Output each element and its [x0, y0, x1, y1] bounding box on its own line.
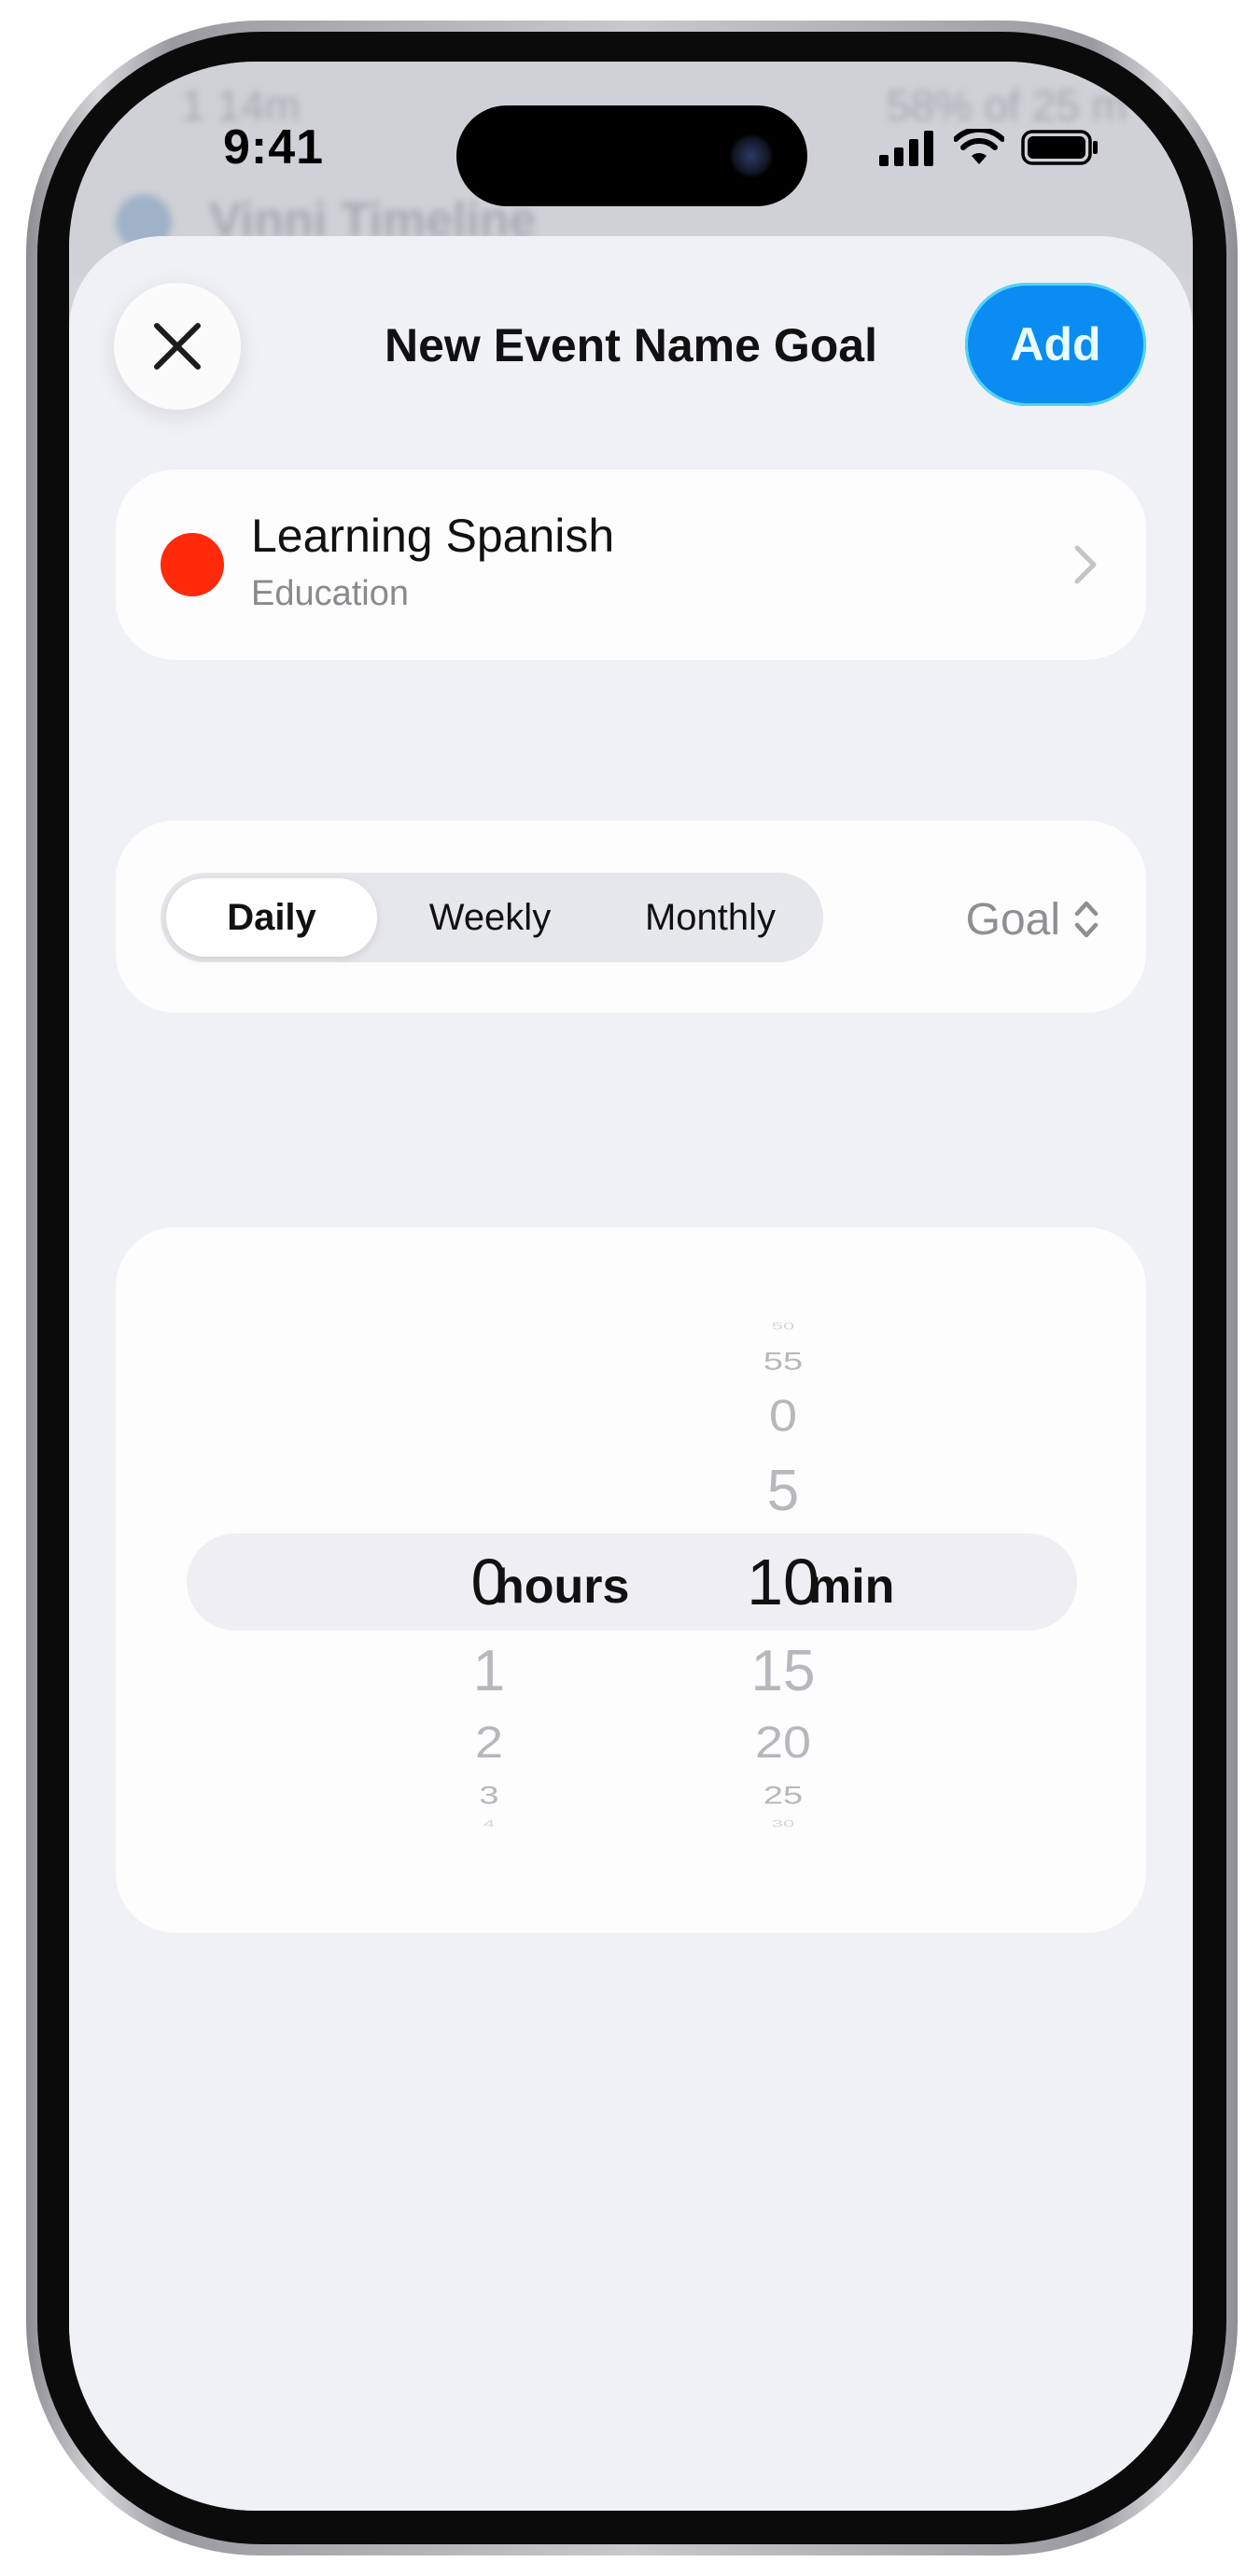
- status-time: 9:41: [223, 120, 325, 175]
- close-icon: [154, 323, 201, 370]
- minute-option[interactable]: 15: [713, 1643, 853, 1701]
- add-button[interactable]: Add: [965, 283, 1146, 406]
- picker-selection-highlight: [187, 1533, 1077, 1631]
- segment-weekly[interactable]: Weekly: [385, 878, 595, 957]
- front-camera-icon: [729, 133, 774, 178]
- period-row: Daily Weekly Monthly Goal: [116, 820, 1146, 1013]
- hour-option[interactable]: 1: [433, 1643, 545, 1701]
- status-bar: 9:41: [69, 62, 1193, 206]
- segment-monthly[interactable]: Monthly: [603, 878, 818, 957]
- minute-option[interactable]: 55: [713, 1350, 853, 1375]
- category-color-dot: [161, 533, 224, 596]
- wifi-icon: [954, 129, 1004, 164]
- sheet-title: New Event Name Goal: [385, 319, 877, 371]
- hour-option[interactable]: 4: [433, 1818, 545, 1829]
- minute-option[interactable]: 5: [713, 1463, 853, 1520]
- minute-option[interactable]: 20: [713, 1720, 853, 1766]
- new-goal-sheet: New Event Name Goal Add Learning Spanish…: [69, 236, 1193, 2511]
- minutes-unit-label: min: [808, 1560, 895, 1614]
- hour-option[interactable]: 3: [433, 1784, 545, 1809]
- battery-icon: [1021, 130, 1098, 165]
- minute-option[interactable]: 25: [713, 1784, 853, 1809]
- minute-option[interactable]: 0: [713, 1393, 853, 1439]
- screen: 1 14m 58% of 25 m Vinni Timeline 9:41 Ne…: [69, 62, 1193, 2511]
- segment-daily[interactable]: Daily: [166, 878, 377, 957]
- category-name: Learning Spanish: [251, 510, 615, 562]
- category-row[interactable]: Learning Spanish Education: [116, 469, 1146, 660]
- status-icons: [879, 127, 1099, 168]
- duration-picker: 50 55 0 5 0 hours 10 min 1 2 3 4 15 20 2…: [116, 1227, 1146, 1933]
- minute-option[interactable]: 30: [713, 1818, 853, 1829]
- hours-unit-label: hours: [495, 1560, 630, 1614]
- chevron-up-down-icon: [1074, 901, 1099, 938]
- goal-type-picker[interactable]: Goal: [966, 882, 1099, 957]
- category-subtitle: Education: [251, 574, 410, 613]
- chevron-right-icon: [1074, 545, 1097, 584]
- period-segmented-control: Daily Weekly Monthly: [161, 873, 823, 962]
- cellular-signal-icon: [879, 131, 933, 166]
- goal-type-label: Goal: [965, 894, 1060, 945]
- close-button[interactable]: [114, 283, 241, 410]
- dynamic-island: [456, 105, 807, 206]
- hour-option[interactable]: 2: [433, 1720, 545, 1766]
- minute-option[interactable]: 50: [713, 1321, 853, 1332]
